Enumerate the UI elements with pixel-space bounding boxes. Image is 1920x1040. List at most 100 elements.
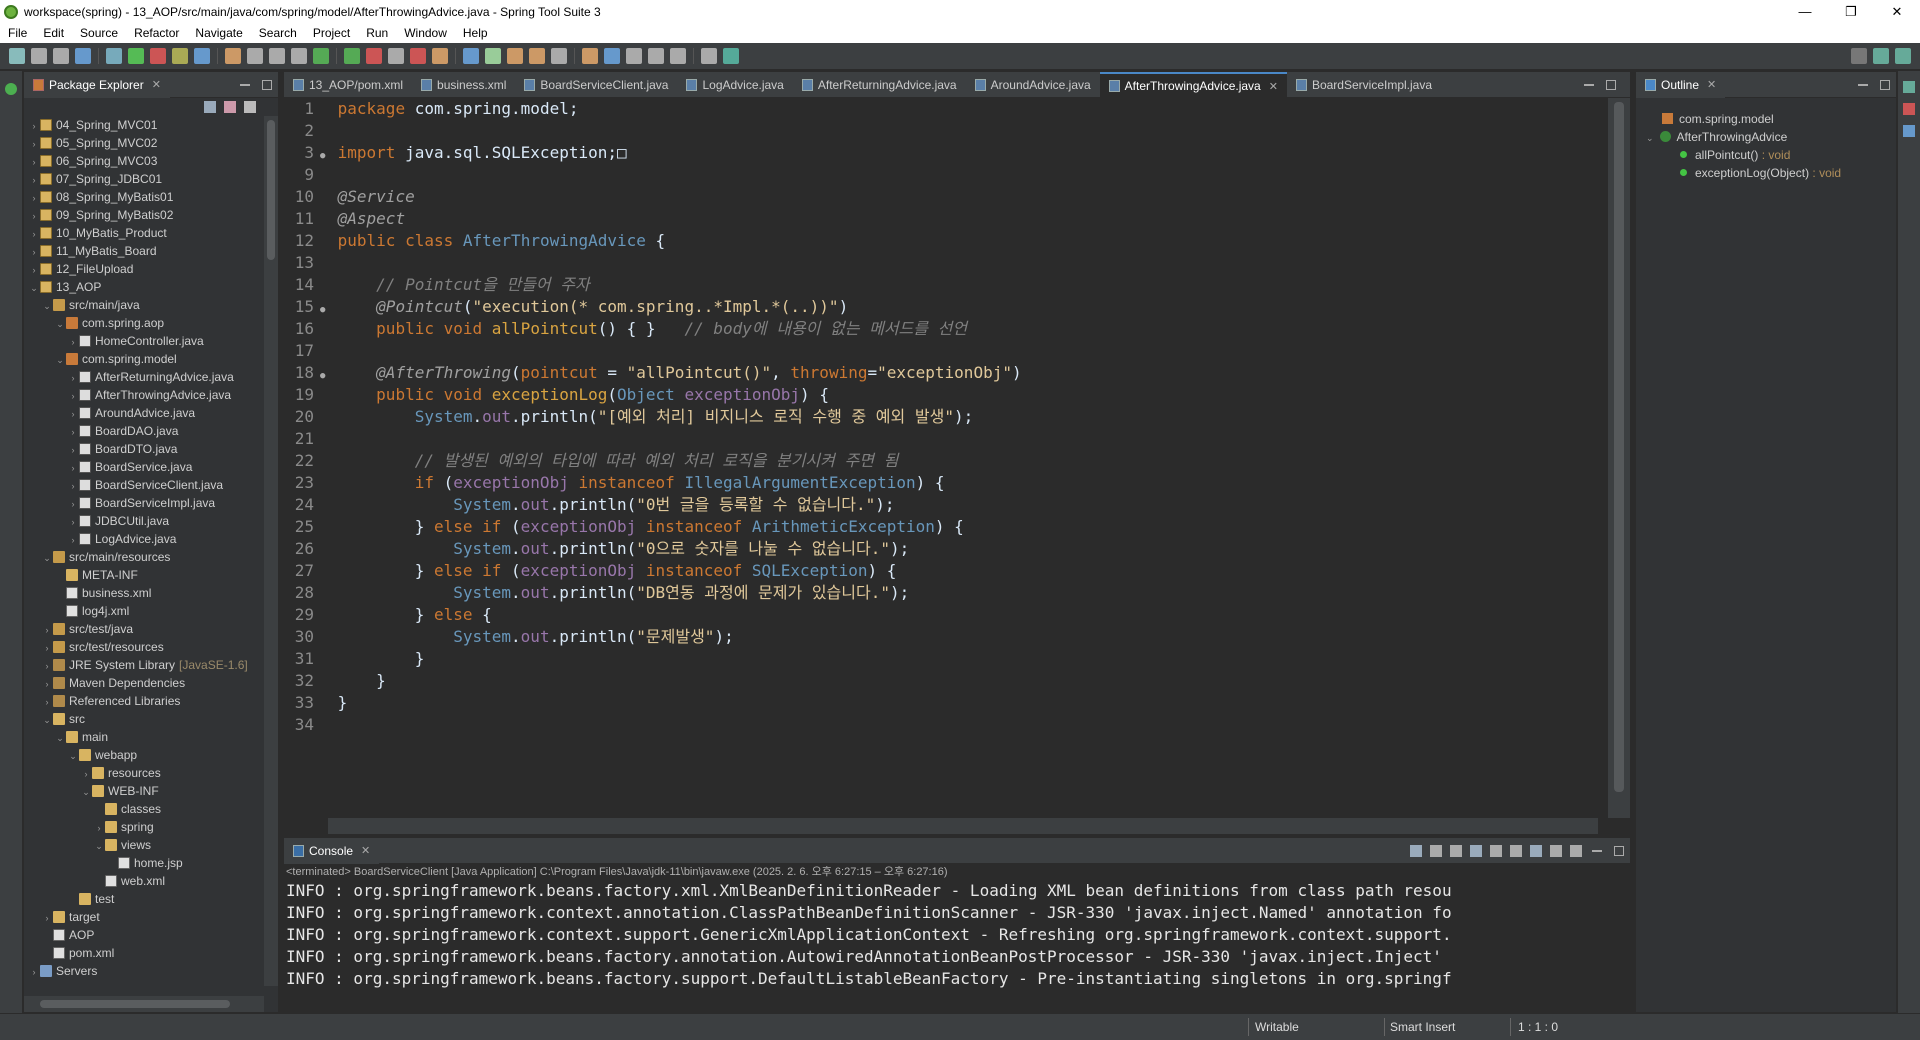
toolbar-button-icon[interactable] (463, 48, 479, 64)
toolbar-button-icon[interactable] (53, 48, 69, 64)
scroll-lock-icon[interactable] (1490, 844, 1502, 857)
toolbar-button-icon[interactable] (150, 48, 166, 64)
tree-item[interactable]: › src/test/java (24, 620, 264, 638)
maximize-view-icon[interactable] (1606, 79, 1616, 90)
package-explorer-hscroll[interactable] (24, 996, 264, 1012)
toolbar-button-icon[interactable] (247, 48, 263, 64)
maximize-view-icon[interactable] (1614, 845, 1624, 856)
toolbar-button-icon[interactable] (701, 48, 717, 64)
tree-item[interactable]: classes (24, 800, 264, 818)
tree-item[interactable]: › 06_Spring_MVC03 (24, 152, 264, 170)
chevron-right-icon[interactable]: › (67, 495, 79, 513)
chevron-down-icon[interactable]: ⌄ (41, 711, 53, 729)
close-icon[interactable]: ✕ (361, 844, 370, 857)
editor-tab[interactable]: AfterReturningAdvice.java (793, 72, 966, 98)
pin-console-icon[interactable] (1530, 844, 1542, 857)
code-line[interactable]: 23 if (exceptionObj instanceof IllegalAr… (284, 472, 1602, 494)
tree-item[interactable]: business.xml (24, 584, 264, 602)
menu-navigate[interactable]: Navigate (187, 26, 250, 40)
editor-tab[interactable]: business.xml (412, 72, 515, 98)
console-output[interactable]: INFO : org.springframework.beans.factory… (284, 880, 1630, 990)
clear-console-icon[interactable] (1470, 844, 1482, 857)
tree-item[interactable]: ⌄ src (24, 710, 264, 728)
close-icon[interactable]: ✕ (1269, 80, 1278, 93)
terminate-icon[interactable] (1410, 844, 1422, 857)
code-line[interactable]: 22 // 발생된 예외의 타입에 따라 예외 처리 로직을 분기시켜 주면 됨 (284, 450, 1602, 472)
chevron-right-icon[interactable]: › (67, 387, 79, 405)
tree-item[interactable]: ⌄ webapp (24, 746, 264, 764)
code-line[interactable]: 20 System.out.println("[예외 처리] 비지니스 로직 수… (284, 406, 1602, 428)
chevron-right-icon[interactable]: › (28, 153, 40, 171)
tree-item[interactable]: › 12_FileUpload (24, 260, 264, 278)
chevron-right-icon[interactable]: › (28, 243, 40, 261)
collapse-all-icon[interactable] (204, 101, 216, 113)
code-editor[interactable]: 1 package com.spring.model; 2 3 ● import j… (284, 98, 1602, 808)
tree-item[interactable]: › Maven Dependencies (24, 674, 264, 692)
tree-item[interactable]: › BoardDAO.java (24, 422, 264, 440)
menu-edit[interactable]: Edit (35, 26, 72, 40)
display-console-icon[interactable] (1550, 844, 1562, 857)
toolbar-button-icon[interactable] (410, 48, 426, 64)
editor-tab[interactable]: 13_AOP/pom.xml (284, 72, 412, 98)
chevron-right-icon[interactable]: › (41, 675, 53, 693)
spring-dashboard-icon[interactable] (5, 83, 17, 95)
chevron-down-icon[interactable]: ⌄ (67, 747, 79, 765)
tree-item[interactable]: › HomeController.java (24, 332, 264, 350)
tree-item[interactable]: home.jsp (24, 854, 264, 872)
chevron-right-icon[interactable]: › (41, 657, 53, 675)
code-line[interactable]: 27 } else if (exceptionObj instanceof SQ… (284, 560, 1602, 582)
tree-item[interactable]: › spring (24, 818, 264, 836)
chevron-down-icon[interactable]: ⌄ (1646, 133, 1654, 143)
toolbar-button-icon[interactable] (529, 48, 545, 64)
editor-tab[interactable]: BoardServiceClient.java (515, 72, 677, 98)
tree-item[interactable]: › Referenced Libraries (24, 692, 264, 710)
code-line[interactable]: 33 } (284, 692, 1602, 714)
outline-method[interactable]: allPointcut() : void (1636, 146, 1896, 164)
tree-item[interactable]: META-INF (24, 566, 264, 584)
close-icon[interactable]: ✕ (152, 78, 161, 91)
menu-refactor[interactable]: Refactor (126, 26, 187, 40)
perspective-icon[interactable] (1903, 81, 1915, 93)
chevron-right-icon[interactable]: › (93, 819, 105, 837)
menu-search[interactable]: Search (251, 26, 305, 40)
tree-item[interactable]: › BoardServiceImpl.java (24, 494, 264, 512)
tree-item[interactable]: › JRE System Library [JavaSE-1.6] (24, 656, 264, 674)
code-line[interactable]: 16 public void allPointcut() { } // body… (284, 318, 1602, 340)
code-line[interactable]: 25 } else if (exceptionObj instanceof Ar… (284, 516, 1602, 538)
code-line[interactable]: 26 System.out.println("0으로 숫자를 나눌 수 없습니다… (284, 538, 1602, 560)
tree-item[interactable]: test (24, 890, 264, 908)
chevron-right-icon[interactable]: › (67, 369, 79, 387)
toolbar-button-icon[interactable] (366, 48, 382, 64)
maximize-view-icon[interactable] (1880, 79, 1890, 90)
toolbar-button-icon[interactable] (388, 48, 404, 64)
chevron-right-icon[interactable]: › (67, 405, 79, 423)
tree-item[interactable]: ⌄ views (24, 836, 264, 854)
toolbar-button-icon[interactable] (723, 48, 739, 64)
chevron-right-icon[interactable]: › (67, 333, 79, 351)
code-line[interactable]: 13 (284, 252, 1602, 274)
tree-item[interactable]: › JDBCUtil.java (24, 512, 264, 530)
toolbar-button-icon[interactable] (194, 48, 210, 64)
toolbar-button-icon[interactable] (172, 48, 188, 64)
remove-launch-icon[interactable] (1430, 844, 1442, 857)
spring-explorer-icon[interactable] (1903, 125, 1915, 137)
chevron-right-icon[interactable]: › (28, 207, 40, 225)
toolbar-button-icon[interactable] (604, 48, 620, 64)
outline-method[interactable]: exceptionLog(Object) : void (1636, 164, 1896, 182)
code-line[interactable]: 10 @Service (284, 186, 1602, 208)
chevron-down-icon[interactable]: ⌄ (93, 837, 105, 855)
tab-package-explorer[interactable]: Package Explorer ✕ (24, 71, 170, 98)
tree-item[interactable]: › 04_Spring_MVC01 (24, 116, 264, 134)
chevron-down-icon[interactable]: ⌄ (41, 297, 53, 315)
tree-item[interactable]: ⌄ src/main/java (24, 296, 264, 314)
tree-item[interactable]: › target (24, 908, 264, 926)
tree-item[interactable]: › resources (24, 764, 264, 782)
tree-item[interactable]: › src/test/resources (24, 638, 264, 656)
minimize-view-icon[interactable] (1592, 849, 1602, 852)
package-explorer-vscroll[interactable] (264, 116, 278, 986)
tree-item[interactable]: ⌄ main (24, 728, 264, 746)
outline-class[interactable]: ⌄ AfterThrowingAdvice (1636, 128, 1896, 146)
tree-item[interactable]: › 07_Spring_JDBC01 (24, 170, 264, 188)
toolbar-button-icon[interactable] (9, 48, 25, 64)
code-line[interactable]: 30 System.out.println("문제발생"); (284, 626, 1602, 648)
